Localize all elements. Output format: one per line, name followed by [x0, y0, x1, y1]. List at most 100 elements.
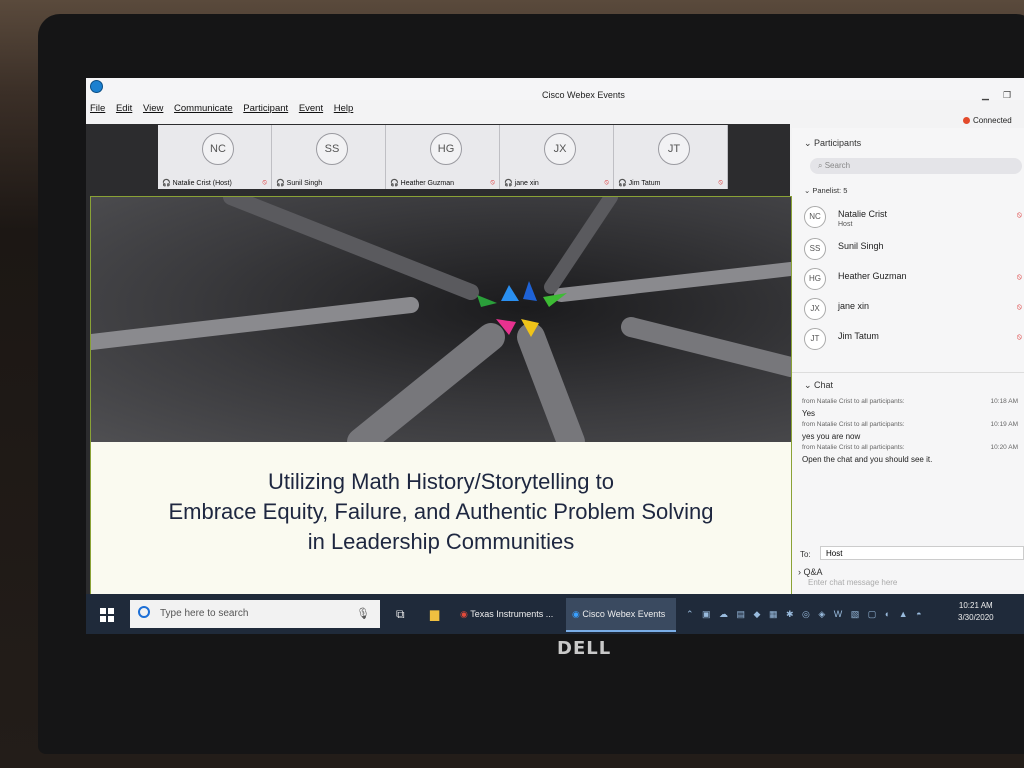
tile-name: 🎧 Sunil Singh — [276, 179, 322, 187]
clock-time: 10:21 AM — [958, 601, 993, 610]
qa-header-label: Q&A — [803, 567, 823, 577]
menu-view[interactable]: View — [143, 103, 163, 114]
chat-time: 10:19 AM — [990, 421, 1018, 428]
taskbar-clock[interactable]: 10:21 AM 3/30/2020 — [958, 600, 994, 624]
muted-mic-icon[interactable]: ⦸ — [1017, 272, 1022, 282]
mic-icon: 🎧 — [276, 180, 287, 187]
task-view-icon[interactable]: ⧉ — [396, 598, 416, 630]
taskbar-app-webex[interactable]: ◉ Cisco Webex Events — [566, 598, 676, 632]
connection-status: Connected — [963, 116, 1012, 125]
pencils-photo — [91, 197, 791, 442]
participant-search-input[interactable]: ⌕ Search — [810, 158, 1022, 174]
chat-sender: from Natalie Crist to all participants: — [802, 398, 905, 405]
tile-name: 🎧 Jim Tatum — [618, 179, 660, 187]
tile-name-label: Heather Guzman — [400, 180, 454, 187]
chat-to-label: To: — [800, 550, 811, 559]
mic-icon: 🎧 — [162, 180, 173, 187]
windows-start-icon[interactable] — [100, 608, 114, 622]
muted-mic-icon: ⦸ — [604, 179, 609, 186]
chat-sender: from Natalie Crist to all participants: — [802, 444, 905, 451]
participants-header[interactable]: ⌄ Participants — [804, 138, 861, 149]
tile-name: 🎧 Heather Guzman — [390, 179, 454, 187]
chat-sender: from Natalie Crist to all participants: — [802, 421, 905, 428]
microphone-icon[interactable]: 🎙 — [356, 607, 370, 620]
laptop-screen: Cisco Webex Events ▁ ❐ File Edit View Co… — [86, 78, 1024, 634]
tile-name-label: Jim Tatum — [628, 180, 661, 187]
chat-header[interactable]: ⌄ Chat — [804, 380, 833, 391]
muted-mic-icon: ⦸ — [490, 179, 495, 186]
chrome-icon: ◉ — [460, 609, 471, 619]
taskbar-app-label: Cisco Webex Events — [582, 609, 666, 619]
status-dot-icon — [963, 117, 970, 124]
taskbar-app-chrome[interactable]: ◉ Texas Instruments ... — [460, 598, 560, 630]
chat-time: 10:20 AM — [990, 444, 1018, 451]
menu-bar: File Edit View Communicate Participant E… — [90, 103, 361, 114]
tile-name-label: Natalie Crist (Host) — [172, 180, 232, 187]
muted-mic-icon[interactable]: ⦸ — [1017, 332, 1022, 342]
muted-mic-icon: ⦸ — [718, 179, 723, 186]
muted-mic-icon[interactable]: ⦸ — [1017, 210, 1022, 220]
slide-title-line: in Leadership Communities — [307, 529, 575, 554]
chat-message-input[interactable]: Enter chat message here — [808, 578, 897, 587]
title-bar: Cisco Webex Events ▁ ❐ — [86, 78, 1024, 100]
menu-file[interactable]: File — [90, 103, 105, 114]
chat-recipient-select[interactable]: Host — [820, 546, 1024, 560]
menu-event[interactable]: Event — [299, 103, 323, 114]
chat-time: 10:18 AM — [990, 398, 1018, 405]
taskbar-search-input[interactable]: Type here to search 🎙 — [130, 600, 380, 628]
panelist-section[interactable]: ⌄ Panelist: 5 — [804, 186, 847, 195]
participant-row[interactable]: JX jane xin ⦸ — [804, 296, 1024, 322]
connection-label: Connected — [973, 116, 1012, 125]
avatar: JX — [544, 133, 576, 165]
taskbar-search-placeholder: Type here to search — [160, 608, 249, 619]
menu-communicate[interactable]: Communicate — [174, 103, 233, 114]
chat-message: Open the chat and you should see it. — [802, 455, 933, 464]
menu-edit[interactable]: Edit — [116, 103, 132, 114]
tile-name-label: Sunil Singh — [286, 180, 323, 187]
participant-name: Heather Guzman — [838, 271, 907, 281]
menu-help[interactable]: Help — [334, 103, 354, 114]
right-panel: ⌄ Participants ⌕ Search ⌄ Panelist: 5 NC… — [792, 128, 1024, 590]
participant-row[interactable]: NC Natalie Crist Host ⦸ — [804, 204, 1024, 230]
cortana-icon — [138, 606, 150, 618]
system-tray-icons[interactable]: ⌃ ▣ ☁ ▤ ◆ ▦ ✱ ◎ ◈ W ▧ ▢ ◐ ▲ ◓ — [686, 598, 946, 630]
shared-slide: Utilizing Math History/Storytelling to E… — [90, 196, 792, 602]
divider — [792, 372, 1024, 373]
clock-date: 3/30/2020 — [958, 613, 994, 622]
video-tile[interactable]: JT 🎧 Jim Tatum ⦸ — [614, 125, 728, 189]
avatar: SS — [316, 133, 348, 165]
taskbar-app-label: Texas Instruments ... — [470, 609, 554, 619]
mic-icon: 🎧 — [390, 180, 401, 187]
window-title: Cisco Webex Events — [542, 90, 625, 100]
slide-title-line: Embrace Equity, Failure, and Authentic P… — [168, 499, 714, 524]
video-tile[interactable]: NC 🎧 Natalie Crist (Host) ⦸ — [158, 125, 272, 189]
participants-header-label: Participants — [814, 138, 862, 148]
participant-row[interactable]: JT Jim Tatum ⦸ — [804, 326, 1024, 352]
video-tile[interactable]: HG 🎧 Heather Guzman ⦸ — [386, 125, 500, 189]
slide-title: Utilizing Math History/Storytelling to E… — [91, 467, 791, 557]
participant-row[interactable]: SS Sunil Singh — [804, 236, 1024, 262]
video-tile[interactable]: JX 🎧 jane xin ⦸ — [500, 125, 614, 189]
tile-name: 🎧 jane xin — [504, 179, 539, 187]
dell-logo: DELL — [557, 638, 612, 659]
menu-participant[interactable]: Participant — [243, 103, 288, 114]
avatar: HG — [430, 133, 462, 165]
colored-pencils-image — [91, 197, 791, 442]
avatar: NC — [202, 133, 234, 165]
avatar: SS — [804, 238, 826, 260]
muted-mic-icon[interactable]: ⦸ — [1017, 302, 1022, 312]
avatar: HG — [804, 268, 826, 290]
muted-mic-icon: ⦸ — [262, 179, 267, 186]
panelist-count: Panelist: 5 — [812, 186, 848, 195]
slide-title-line: Utilizing Math History/Storytelling to — [267, 469, 614, 494]
file-explorer-icon[interactable]: ▆ — [430, 598, 450, 630]
mic-icon: 🎧 — [504, 180, 515, 187]
video-tile-strip: NC 🎧 Natalie Crist (Host) ⦸ SS 🎧 Sunil S… — [158, 125, 728, 191]
participant-row[interactable]: HG Heather Guzman ⦸ — [804, 266, 1024, 292]
tile-name-label: jane xin — [514, 180, 539, 187]
qa-header[interactable]: › Q&A — [798, 567, 823, 577]
windows-taskbar: Type here to search 🎙 ⧉ ▆ ◉ Texas Instru… — [86, 594, 1024, 634]
restore-button[interactable]: ❐ — [1003, 90, 1011, 101]
minimize-button[interactable]: ▁ — [982, 90, 989, 101]
video-tile[interactable]: SS 🎧 Sunil Singh — [272, 125, 386, 189]
